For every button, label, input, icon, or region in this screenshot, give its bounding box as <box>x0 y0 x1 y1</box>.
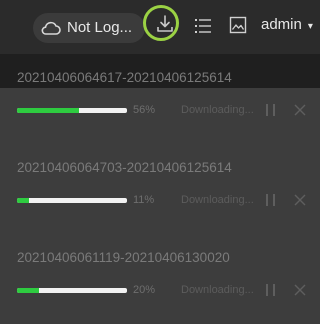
cloud-icon <box>41 21 61 35</box>
chevron-down-icon: ▾ <box>307 21 313 32</box>
progress-fill <box>17 108 79 113</box>
pause-icon[interactable] <box>266 104 276 116</box>
top-bar: Not Log... admin ▾ <box>0 0 320 54</box>
user-name: admin <box>261 16 302 33</box>
progress-percent: 20% <box>133 284 156 296</box>
task-status: Downloading... <box>181 284 254 296</box>
progress-percent: 11% <box>133 194 155 206</box>
list-icon[interactable] <box>194 18 212 34</box>
task-status: Downloading... <box>181 194 254 206</box>
cloud-login-label: Not Log... <box>67 19 133 36</box>
cloud-login-button[interactable]: Not Log... <box>33 13 145 43</box>
task-status: Downloading... <box>181 104 254 116</box>
pause-icon[interactable] <box>266 194 276 206</box>
user-menu[interactable]: admin ▾ <box>261 16 313 33</box>
progress-bar <box>17 198 127 203</box>
task-name: 20210406064703-20210406125614 <box>17 160 232 175</box>
pause-icon[interactable] <box>266 284 276 296</box>
task-name: 20210406064617-20210406125614 <box>17 70 232 85</box>
download-icon[interactable] <box>154 13 176 35</box>
download-task: 20210406061119-20210406130020 20% Downlo… <box>0 242 320 332</box>
close-icon[interactable] <box>293 103 307 117</box>
image-icon[interactable] <box>229 16 247 34</box>
progress-fill <box>17 198 30 203</box>
progress-percent: 56% <box>133 104 156 116</box>
close-icon[interactable] <box>293 283 307 297</box>
download-task: 20210406064617-20210406125614 56% Downlo… <box>0 62 320 152</box>
progress-fill <box>17 288 39 293</box>
task-name: 20210406061119-20210406130020 <box>17 250 230 265</box>
close-icon[interactable] <box>293 193 307 207</box>
progress-bar <box>17 288 127 293</box>
download-task: 20210406064703-20210406125614 11% Downlo… <box>0 152 320 242</box>
progress-bar <box>17 108 127 113</box>
